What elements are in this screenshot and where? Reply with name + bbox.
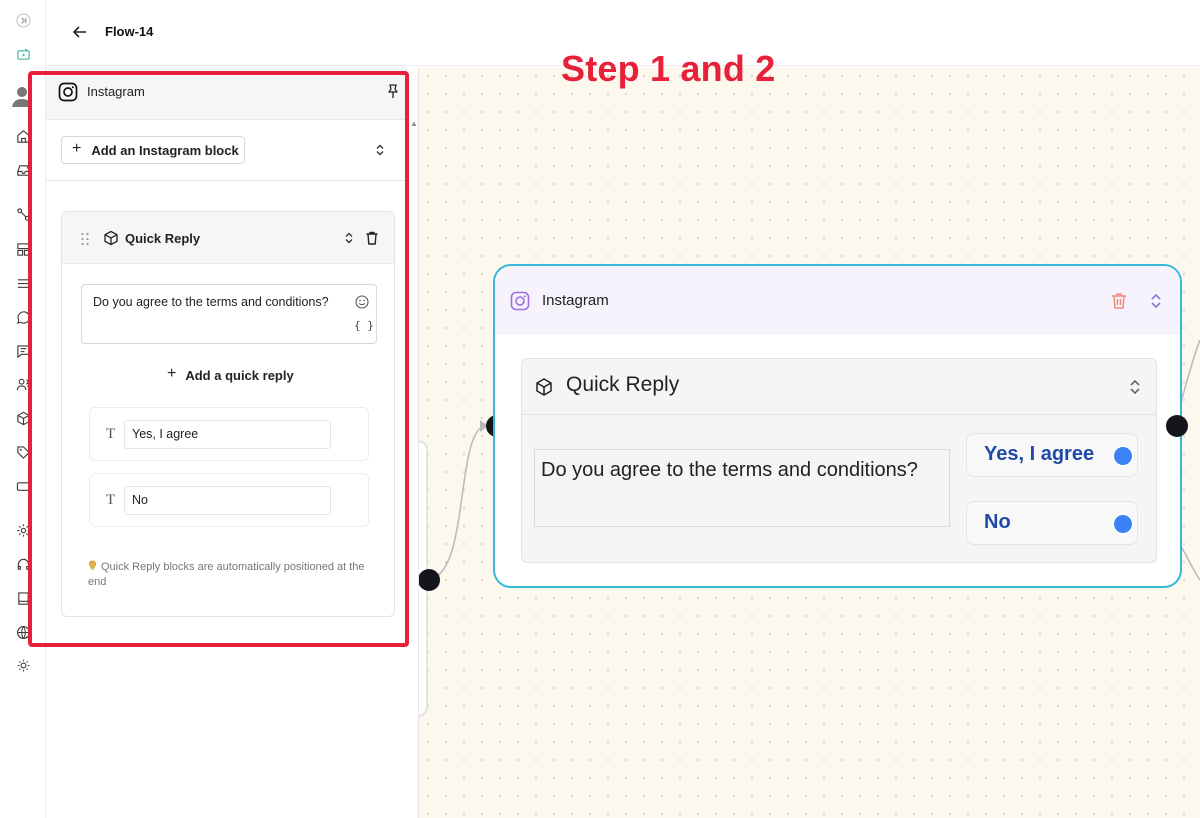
- collapse-node-icon[interactable]: [1147, 292, 1165, 310]
- book-icon[interactable]: [13, 588, 33, 608]
- user-avatar-icon[interactable]: [10, 84, 34, 108]
- block-title: Quick Reply: [125, 231, 201, 246]
- chat-bubble-icon[interactable]: [13, 307, 33, 327]
- instagram-icon: [510, 291, 530, 311]
- node-quick-reply-block[interactable]: Quick Reply Do you agree to the terms an…: [521, 358, 1157, 563]
- chat-bot-icon[interactable]: [13, 44, 33, 64]
- plus-icon: +: [72, 140, 82, 157]
- panel-header: Instagram: [46, 67, 407, 120]
- message-text: Do you agree to the terms and conditions…: [93, 295, 329, 309]
- quick-reply-input[interactable]: Yes, I agree: [124, 420, 331, 449]
- theme-icon[interactable]: [13, 655, 33, 675]
- back-arrow-icon[interactable]: [70, 22, 90, 42]
- add-instagram-block-button[interactable]: + Add an Instagram block: [61, 136, 245, 164]
- variables-button[interactable]: { }: [354, 319, 374, 332]
- package-icon[interactable]: [13, 408, 33, 428]
- settings-icon[interactable]: [13, 520, 33, 540]
- cube-icon: [104, 230, 118, 246]
- flow-editor: Instagram Quick Reply Do you agree to th…: [0, 0, 1200, 818]
- delete-node-icon[interactable]: [1109, 291, 1129, 311]
- node-message-text: Do you agree to the terms and conditions…: [534, 449, 950, 527]
- scrollbar-up-arrow[interactable]: ▲: [410, 119, 418, 128]
- step-annotation: Step 1 and 2: [561, 48, 776, 89]
- message-textarea[interactable]: Do you agree to the terms and conditions…: [81, 284, 377, 344]
- quick-reply-input[interactable]: No: [124, 486, 331, 515]
- option-output-port[interactable]: [1112, 445, 1134, 467]
- node-header: Instagram: [495, 266, 1180, 334]
- tag-icon[interactable]: [13, 442, 33, 462]
- lightbulb-icon: [89, 560, 96, 570]
- quick-reply-block: Quick Reply Do you agree to the terms an…: [61, 211, 395, 617]
- chevron-updown-icon[interactable]: [342, 231, 356, 245]
- message-icon[interactable]: [13, 341, 33, 361]
- instagram-icon: [58, 82, 78, 102]
- ticket-icon[interactable]: [13, 476, 33, 496]
- node-option-no[interactable]: No: [966, 501, 1138, 545]
- node-option-label: No: [984, 511, 1011, 533]
- panel-title: Instagram: [87, 84, 145, 99]
- text-type-icon: T: [106, 492, 116, 508]
- cube-icon: [536, 378, 552, 396]
- block-header: Quick Reply: [62, 212, 394, 264]
- previous-node-output-port[interactable]: [418, 569, 440, 591]
- drag-handle-icon[interactable]: [80, 232, 90, 246]
- node-output-port[interactable]: [1166, 415, 1188, 437]
- flow-icon[interactable]: [13, 204, 33, 224]
- delete-block-icon[interactable]: [364, 230, 380, 246]
- inbox-icon[interactable]: [13, 160, 33, 180]
- globe-icon[interactable]: [13, 622, 33, 642]
- quick-reply-hint: Quick Reply blocks are automatically pos…: [88, 560, 378, 590]
- text-type-icon: T: [106, 426, 116, 442]
- node-block-title: Quick Reply: [566, 373, 680, 396]
- pin-icon[interactable]: [385, 83, 401, 99]
- list-icon[interactable]: [13, 273, 33, 293]
- plus-icon: +: [167, 365, 177, 382]
- instagram-node[interactable]: Instagram Quick Reply Do you agree to th…: [493, 264, 1182, 588]
- node-option-label: Yes, I agree: [984, 443, 1095, 465]
- node-option-yes[interactable]: Yes, I agree: [966, 433, 1138, 477]
- contacts-icon[interactable]: [13, 374, 33, 394]
- layout-icon[interactable]: [13, 239, 33, 259]
- quick-reply-option: T Yes, I agree: [89, 407, 369, 461]
- icon-rail: [0, 0, 46, 818]
- divider: [46, 180, 407, 181]
- node-title: Instagram: [542, 292, 609, 309]
- home-icon[interactable]: [13, 126, 33, 146]
- node-block-header: Quick Reply: [522, 359, 1156, 415]
- add-quick-reply-button[interactable]: + Add a quick reply: [167, 365, 294, 383]
- emoji-icon[interactable]: [355, 295, 369, 309]
- add-block-label: Add an Instagram block: [91, 142, 239, 158]
- sidebar-expand-icon[interactable]: [13, 10, 33, 30]
- chevron-updown-icon[interactable]: [373, 143, 387, 157]
- chevron-updown-icon[interactable]: [1126, 378, 1144, 396]
- hint-text: Quick Reply blocks are automatically pos…: [88, 561, 365, 588]
- option-output-port[interactable]: [1112, 513, 1134, 535]
- add-quick-reply-label: Add a quick reply: [185, 367, 294, 383]
- block-editor-panel: Instagram ▲ + Add an Instagram block Qui…: [46, 67, 419, 818]
- quick-reply-option: T No: [89, 473, 369, 527]
- headset-icon[interactable]: [13, 554, 33, 574]
- flow-title: Flow-14: [105, 24, 154, 39]
